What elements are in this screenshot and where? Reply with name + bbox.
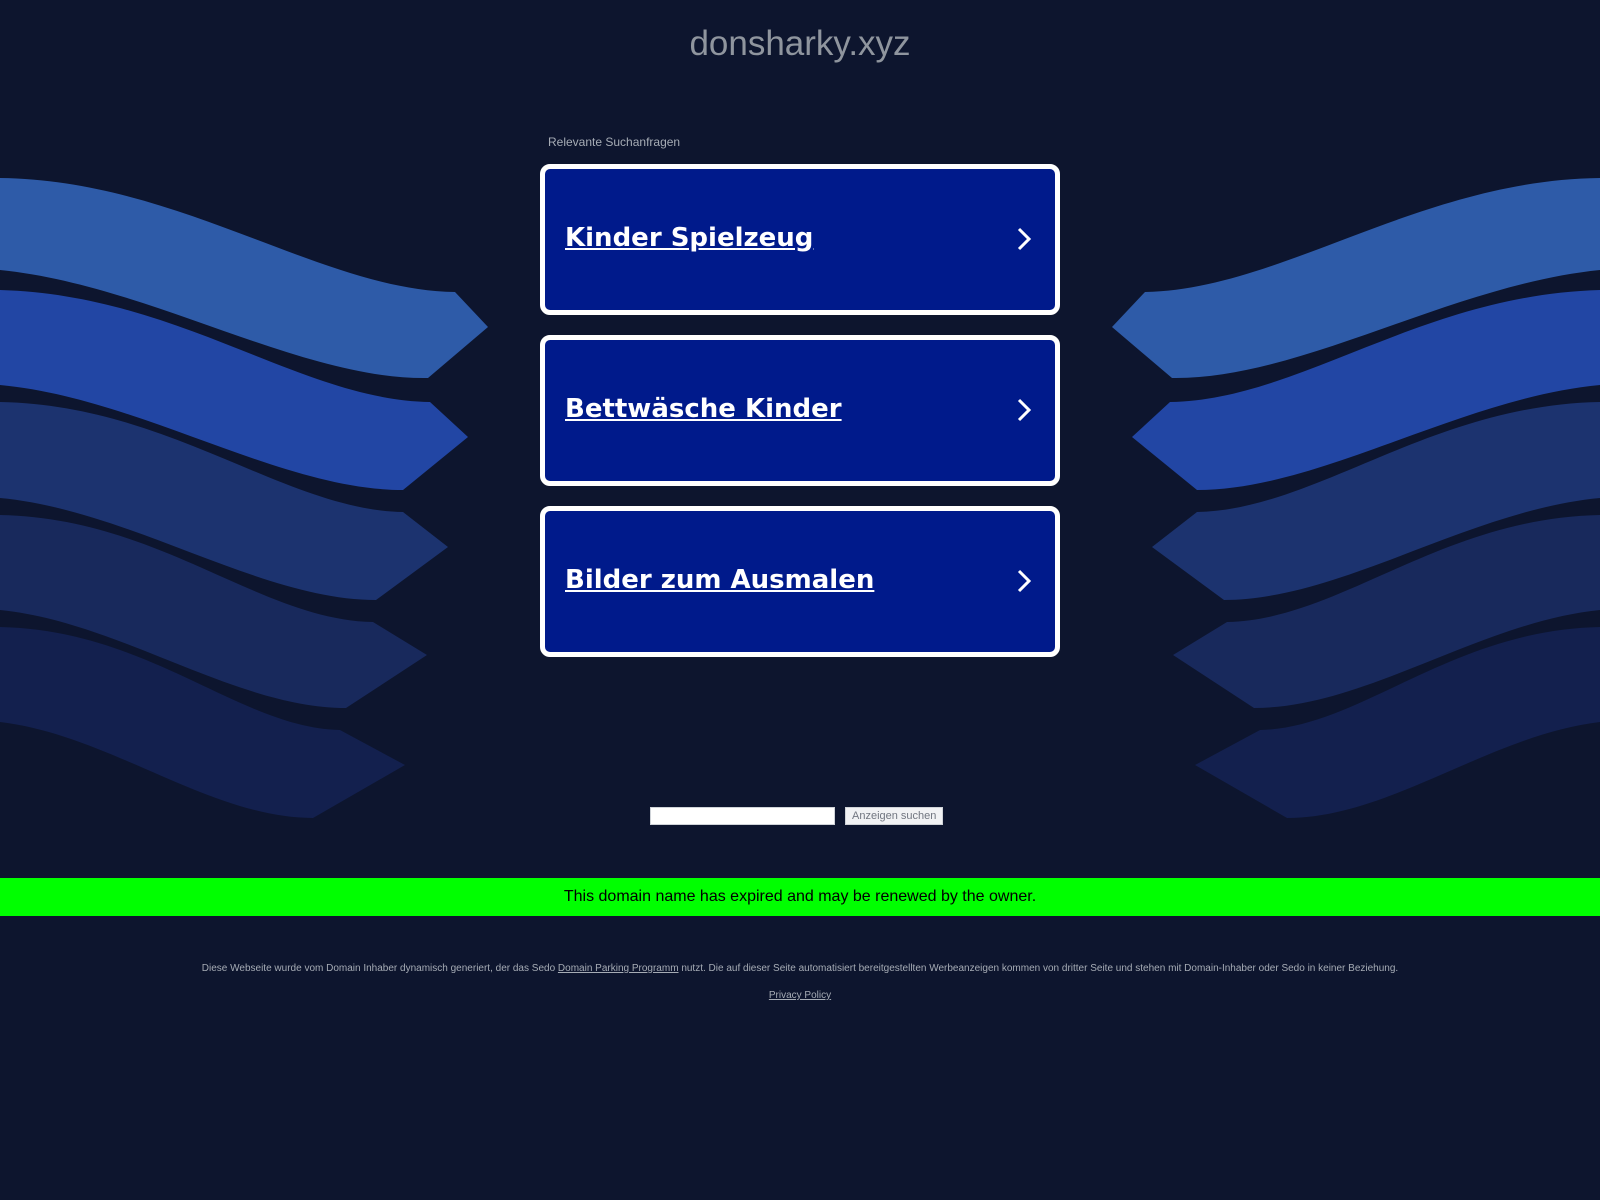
chevron-right-icon — [1017, 398, 1032, 422]
related-link-box[interactable]: Kinder Spielzeug — [540, 164, 1060, 315]
chevron-right-icon — [1017, 569, 1032, 593]
chevron-right-icon — [1017, 227, 1032, 251]
left-waves — [0, 178, 488, 818]
related-links-list: Kinder Spielzeug Bettwäsche Kinder Bilde… — [540, 164, 1060, 677]
related-link-box[interactable]: Bilder zum Ausmalen — [540, 506, 1060, 657]
right-waves — [1112, 178, 1600, 818]
related-link-box[interactable]: Bettwäsche Kinder — [540, 335, 1060, 486]
related-link-label[interactable]: Bilder zum Ausmalen — [565, 565, 874, 595]
ad-search-form: Anzeigen suchen — [650, 807, 944, 825]
footer-disclaimer-start: Diese Webseite wurde vom Domain Inhaber … — [201, 963, 556, 974]
expired-domain-banner: This domain name has expired and may be … — [0, 878, 1600, 916]
search-ads-button[interactable]: Anzeigen suchen — [845, 807, 944, 825]
related-searches-label: Relevante Suchanfragen — [548, 135, 681, 149]
parked-domain-page: donsharky.xyz Relevante Suchanfragen Kin… — [0, 0, 1600, 1200]
footer: Diese Webseite wurde vom Domain Inhaber … — [0, 963, 1600, 1001]
related-link-label[interactable]: Kinder Spielzeug — [565, 223, 813, 253]
domain-parking-link[interactable]: Domain Parking Programm — [558, 963, 679, 974]
related-link-label[interactable]: Bettwäsche Kinder — [565, 394, 842, 424]
search-input[interactable] — [650, 807, 835, 825]
domain-title: donsharky.xyz — [689, 24, 911, 63]
footer-disclaimer-end: nutzt. Die auf dieser Seite automatisier… — [681, 963, 1399, 974]
privacy-policy-link[interactable]: Privacy Policy — [0, 990, 1600, 1001]
